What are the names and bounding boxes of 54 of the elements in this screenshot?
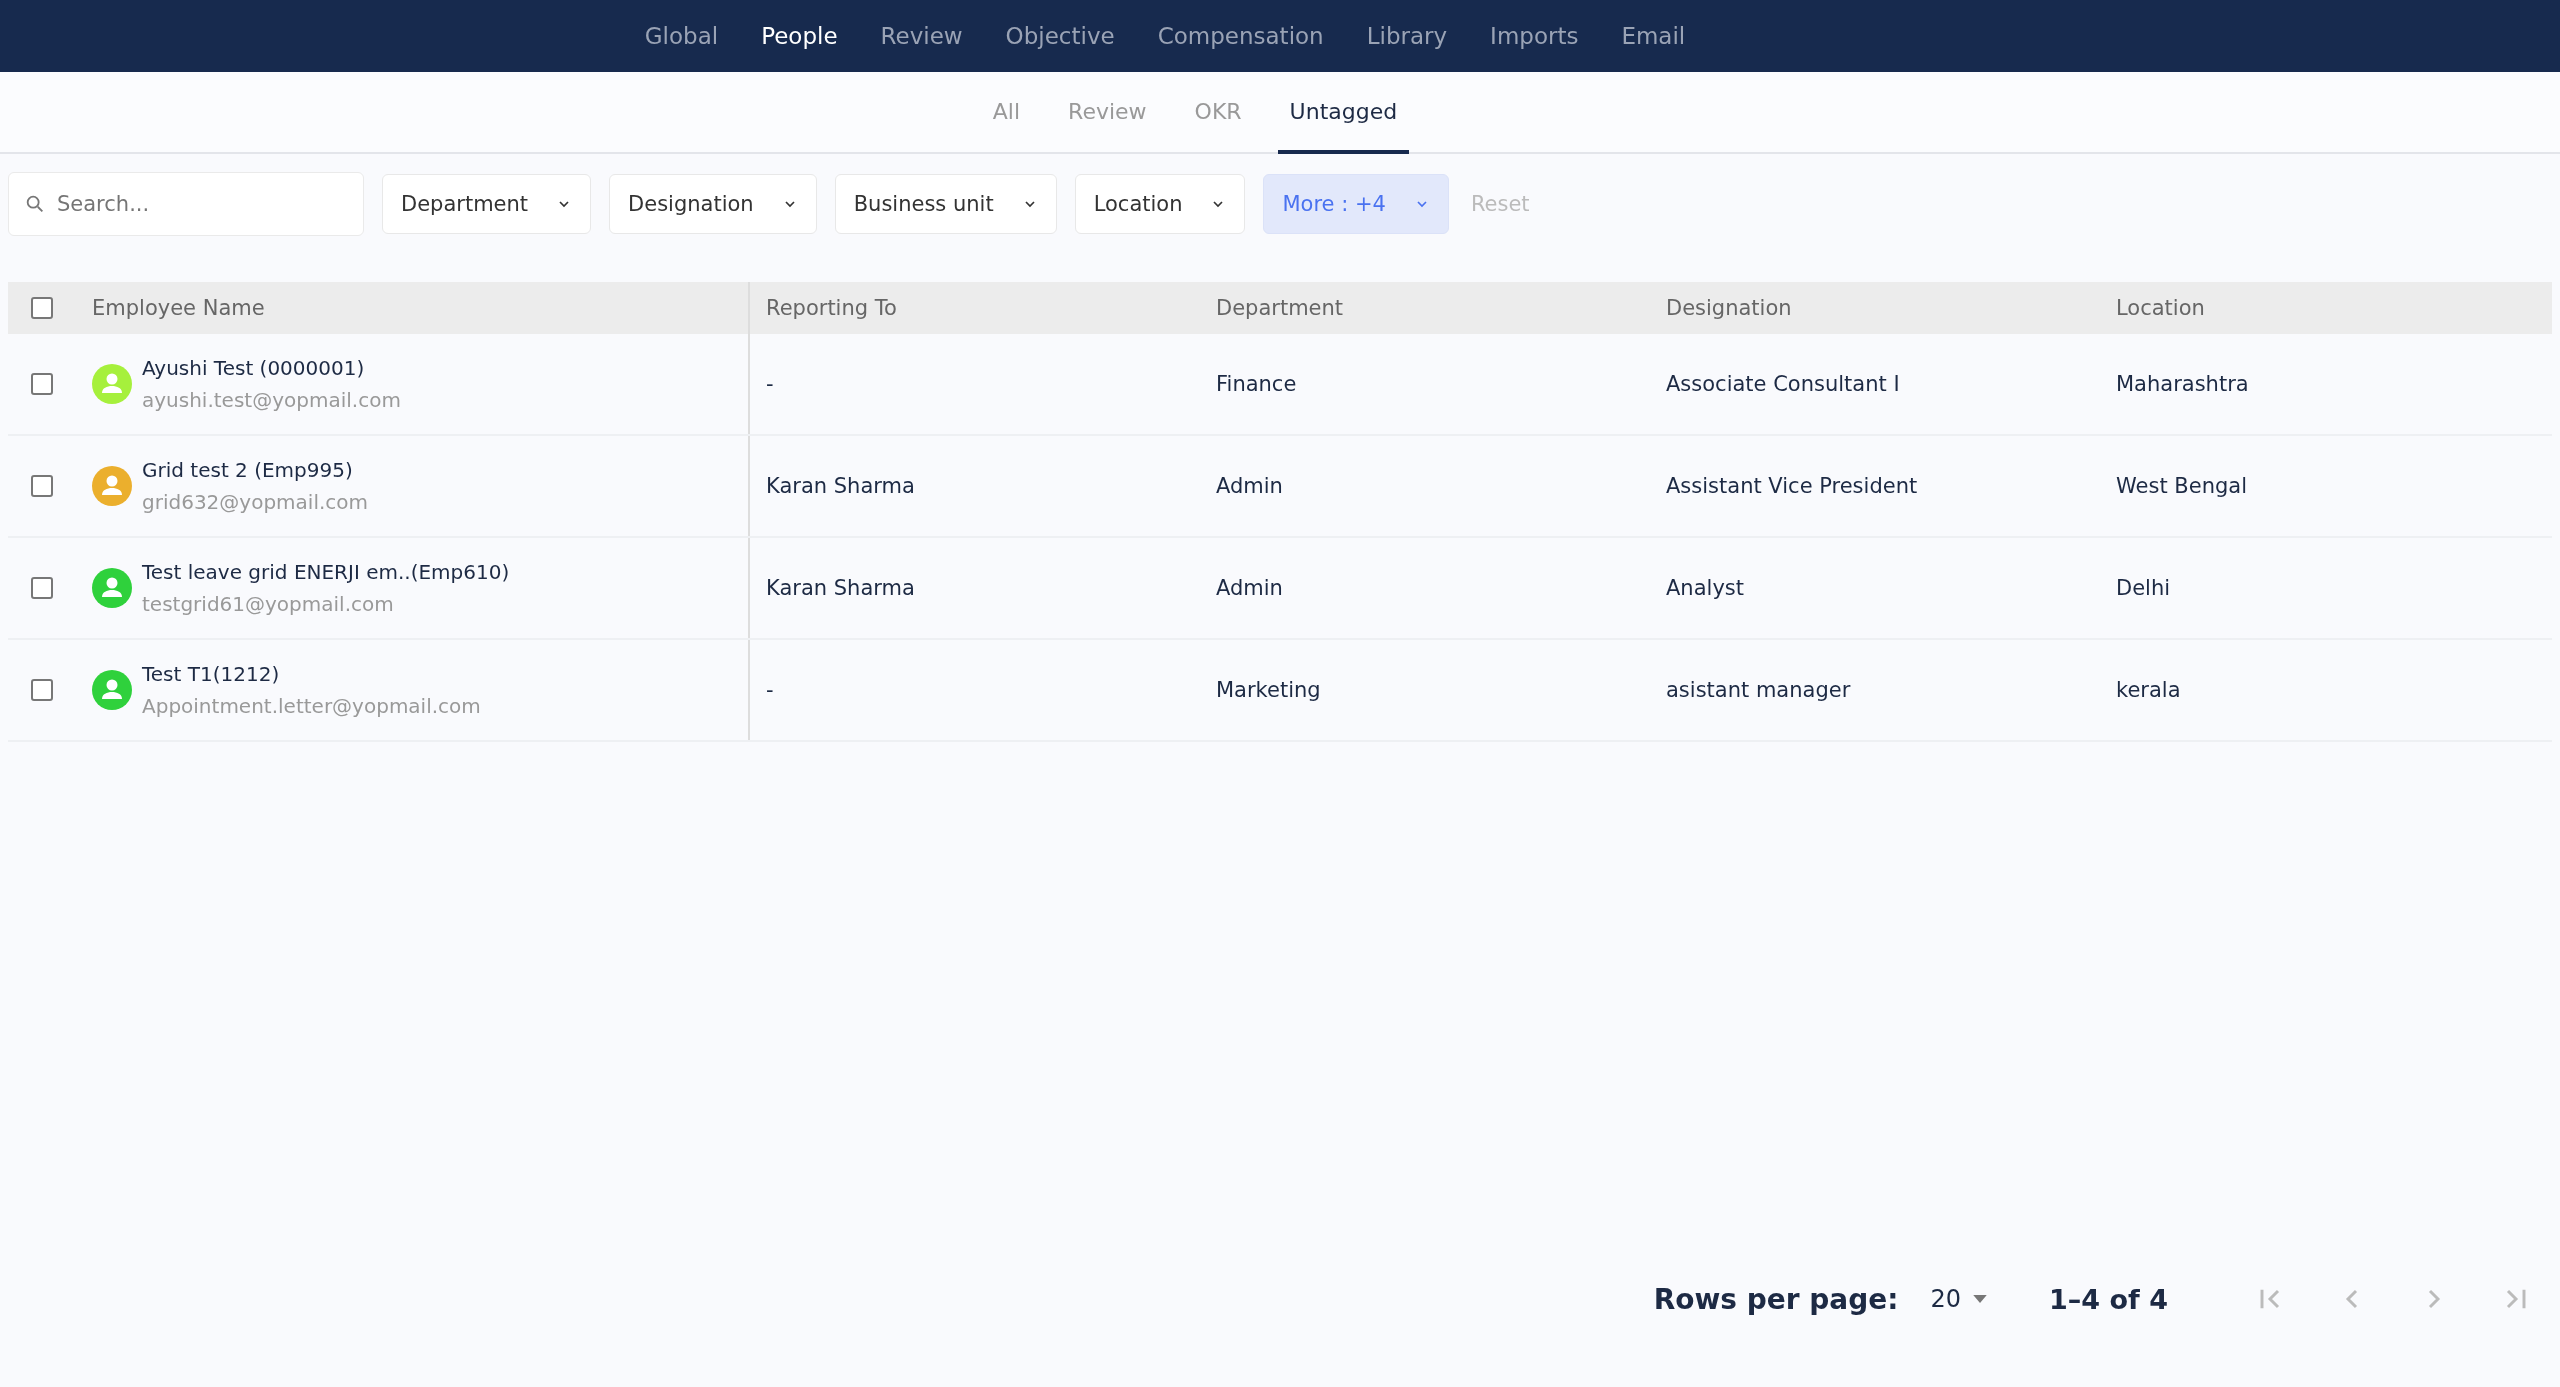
column-header: Employee Name bbox=[92, 296, 265, 320]
dropdown-triangle-icon bbox=[1973, 1294, 1988, 1304]
column-header: Department bbox=[1216, 296, 1344, 320]
nav-tab[interactable]: Library bbox=[1366, 23, 1448, 49]
select-all-checkbox[interactable] bbox=[31, 297, 53, 319]
table-cell: kerala bbox=[2116, 678, 2181, 702]
row-checkbox[interactable] bbox=[31, 577, 53, 599]
table-cell: Delhi bbox=[2116, 576, 2171, 600]
row-checkbox[interactable] bbox=[31, 475, 53, 497]
row-checkbox[interactable] bbox=[31, 373, 53, 395]
row-checkbox[interactable] bbox=[31, 679, 53, 701]
employee-name: Ayushi Test (0000001) bbox=[142, 356, 366, 380]
rows-per-page-label: Rows per page: bbox=[1653, 1282, 1899, 1316]
filter-dropdown[interactable]: Business unit bbox=[834, 174, 1057, 234]
employee-name: Test leave grid ENERJI em..(Emp610) bbox=[142, 560, 510, 584]
nav-tab[interactable]: People bbox=[761, 23, 838, 49]
employee-name: Test T1(1212) bbox=[142, 662, 281, 686]
table-cell: Analyst bbox=[1666, 576, 1744, 600]
employee-email: ayushi.test@yopmail.com bbox=[142, 388, 401, 412]
nav-tab[interactable]: Imports bbox=[1490, 23, 1579, 49]
search-field[interactable]: Search... bbox=[8, 172, 364, 236]
nav-tab[interactable]: Objective bbox=[1005, 23, 1115, 49]
column-header: Location bbox=[2116, 296, 2205, 320]
table-cell: West Bengal bbox=[2116, 474, 2247, 498]
nav-tab[interactable]: Email bbox=[1621, 23, 1686, 49]
column-header: Designation bbox=[1666, 296, 1792, 320]
filter-dropdown[interactable]: Location bbox=[1074, 174, 1246, 234]
page-range: 1–4 of 4 bbox=[2049, 1283, 2168, 1315]
nav-tab[interactable]: Review bbox=[880, 23, 963, 49]
table-cell: - bbox=[766, 372, 774, 396]
table-cell: Admin bbox=[1216, 474, 1283, 498]
filter-dropdown[interactable]: Designation bbox=[609, 174, 817, 234]
filter-dropdown[interactable]: Department bbox=[382, 174, 592, 234]
sub-tab[interactable]: Untagged bbox=[1277, 72, 1410, 154]
column-header: Reporting To bbox=[766, 296, 897, 320]
employee-email: testgrid61@yopmail.com bbox=[142, 592, 395, 616]
nav-tab[interactable]: Compensation bbox=[1157, 23, 1324, 49]
table-cell: Marketing bbox=[1216, 678, 1321, 702]
rows-per-page-select[interactable]: 20 bbox=[1924, 1284, 1994, 1314]
table-cell: - bbox=[766, 678, 774, 702]
table-cell: Admin bbox=[1216, 576, 1283, 600]
table-cell: Finance bbox=[1216, 372, 1297, 396]
filter-dropdown[interactable]: More : +4 bbox=[1263, 174, 1449, 234]
employee-name: Grid test 2 (Emp995) bbox=[142, 458, 354, 482]
search-icon bbox=[24, 193, 46, 215]
table-cell: Assistant Vice President bbox=[1666, 474, 1918, 498]
table-cell: Karan Sharma bbox=[766, 474, 915, 498]
table-cell: Maharashtra bbox=[2116, 372, 2249, 396]
table-cell: asistant manager bbox=[1666, 678, 1851, 702]
employee-email: Appointment.letter@yopmail.com bbox=[142, 694, 481, 718]
employee-email: grid632@yopmail.com bbox=[142, 490, 369, 514]
nav-tab[interactable]: Global bbox=[644, 23, 719, 49]
table-cell: Karan Sharma bbox=[766, 576, 915, 600]
table-cell: Associate Consultant I bbox=[1666, 372, 1900, 396]
